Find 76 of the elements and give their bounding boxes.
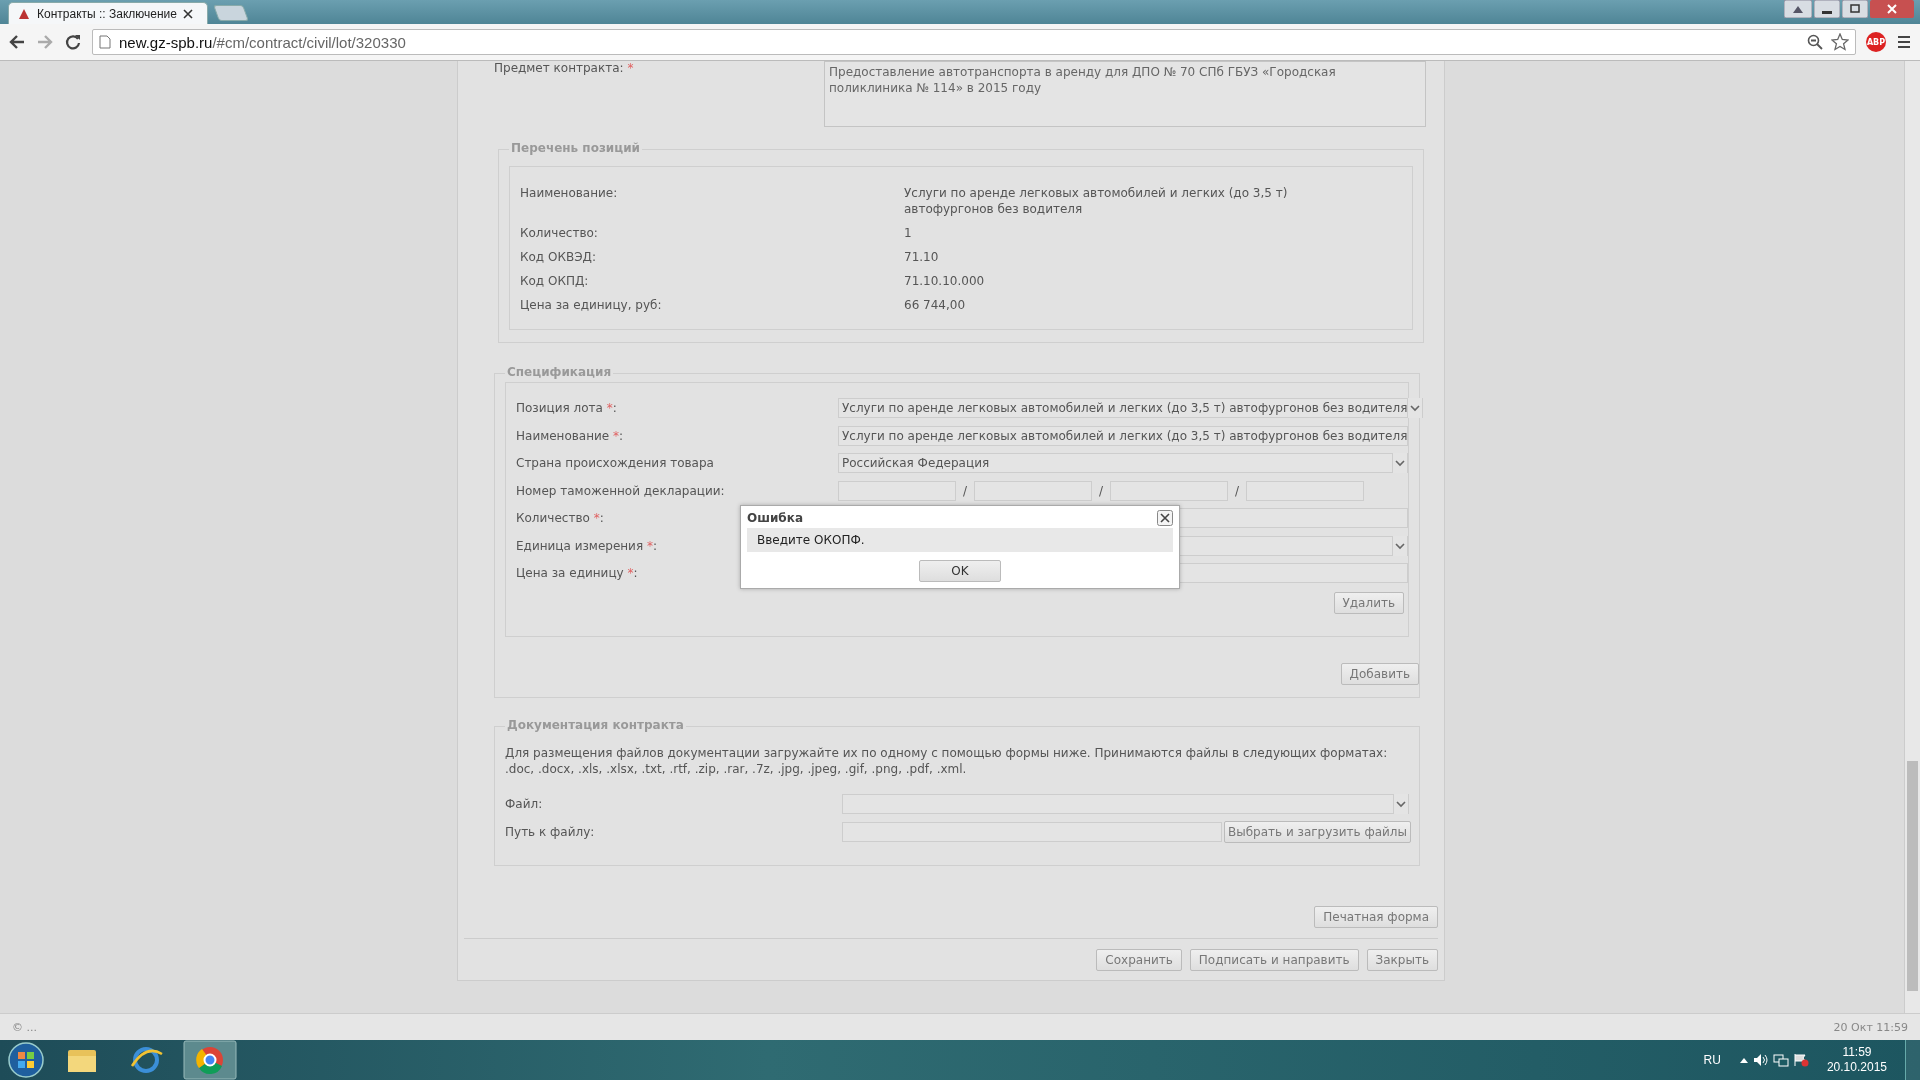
field-label: Единица измерения *:: [516, 538, 657, 553]
field-label: Код ОКПД:: [520, 273, 590, 289]
field-label: Количество *:: [516, 511, 604, 525]
status-text: © ...: [12, 1020, 37, 1034]
show-desktop-button[interactable]: [1905, 1040, 1920, 1080]
ok-button[interactable]: OK: [919, 560, 1001, 582]
status-date: 20 Окт 11:59: [1833, 1020, 1908, 1034]
field-label: Файл:: [505, 797, 543, 811]
upload-button[interactable]: Выбрать и загрузить файлы: [1224, 821, 1411, 843]
tab-title: Контракты :: Заключение: [37, 6, 177, 21]
dropdown-field[interactable]: Российская Федерация: [838, 453, 1408, 473]
section-title: Документация контракта: [505, 718, 686, 732]
extension-badge[interactable]: ABP: [1866, 32, 1886, 52]
browser-icon[interactable]: [182, 1040, 238, 1080]
tray-arrow-icon[interactable]: [1738, 1056, 1749, 1064]
field-label: Страна происхождения товара: [516, 456, 714, 470]
action-button[interactable]: Сохранить: [1096, 949, 1182, 971]
close-icon[interactable]: [1157, 510, 1173, 526]
help-text: Для размещения файлов документации загружайте их по одному с помощью формы ниже. Принимаются файлы в следующих форматах: .doc, .docx, .xls, .xlsx, .txt, .rtf, .zip, .rar, .7z, .jpg, .jpeg, .gif, .png, .pdf, .xml.: [505, 745, 1389, 777]
start-icon[interactable]: [6, 1040, 46, 1080]
flag-icon[interactable]: [1792, 1053, 1809, 1067]
field-value: 71.10: [904, 249, 940, 265]
menu-icon[interactable]: [1896, 35, 1912, 49]
input-field[interactable]: [838, 480, 956, 501]
separator-text: /: [1234, 483, 1240, 498]
dropdown-field[interactable]: [842, 794, 1409, 814]
star-icon[interactable]: [1831, 33, 1849, 51]
address-text: new.gz-spb.ru/#cm/contract/civil/lot/320330: [119, 33, 406, 51]
field-label: Номер таможенной декларации:: [516, 483, 725, 498]
field-value: 66 744,00: [904, 297, 967, 313]
dialog-message: Введите ОКОПФ.: [747, 528, 1173, 552]
field-label: Наименование:: [520, 185, 619, 202]
reload-icon[interactable]: [64, 33, 82, 51]
clock-date: 20.10.2015: [1826, 1060, 1887, 1075]
field-label: Цена за единицу, руб:: [520, 297, 663, 313]
action-button[interactable]: Подписать и направить: [1189, 949, 1359, 971]
language-indicator[interactable]: RU: [1703, 1053, 1721, 1067]
input-field[interactable]: [1110, 480, 1228, 501]
new-tab-button[interactable]: [213, 5, 249, 21]
input-field[interactable]: [974, 480, 1092, 501]
clock-time: 11:59: [1842, 1045, 1872, 1060]
input-field[interactable]: Услуги по аренде легковых автомобилей и легких (до 3,5 т) автофургонов без водителя: [838, 425, 1409, 446]
print-button[interactable]: Печатная форма: [1314, 906, 1438, 928]
scrollbar[interactable]: [1904, 61, 1920, 1013]
browser-tab[interactable]: Контракты :: Заключение: [8, 2, 208, 24]
field-label: Наименование *:: [516, 428, 624, 443]
network-icon[interactable]: [1772, 1053, 1789, 1067]
separator-text: /: [1098, 483, 1104, 498]
clock[interactable]: 11:59 20.10.2015: [1826, 1045, 1887, 1075]
field-label: Позиция лота *:: [516, 401, 617, 415]
page-icon: [99, 35, 111, 49]
field-label: Предмет контракта: *: [494, 61, 634, 75]
close-icon[interactable]: [182, 8, 193, 19]
delete-button[interactable]: Удалить: [1333, 592, 1404, 614]
text-area[interactable]: Предоставление автотранспорта в аренду для ДПО № 70 СПб ГБУЗ «Городская поликлиника № 114» в 2015 году: [824, 61, 1426, 127]
restore-icon[interactable]: [1842, 0, 1868, 18]
field-value: Услуги по аренде легковых автомобилей и легких (до 3,5 т) автофургонов без водителя: [904, 185, 1289, 217]
section-title: Спецификация: [505, 365, 614, 379]
field-label: Путь к файлу:: [505, 825, 595, 839]
minimize-icon[interactable]: [1814, 0, 1840, 18]
field-label: Количество:: [520, 225, 599, 241]
scrollbar-thumb[interactable]: [1907, 761, 1918, 991]
zoom-icon[interactable]: [1807, 34, 1823, 50]
add-button[interactable]: Добавить: [1340, 663, 1419, 685]
separator-text: /: [962, 483, 968, 498]
dialog-title: Ошибка: [747, 511, 803, 525]
volume-icon[interactable]: [1752, 1053, 1769, 1067]
field-value: 1: [904, 225, 913, 241]
back-icon[interactable]: [8, 33, 26, 51]
address-bar[interactable]: new.gz-spb.ru/#cm/contract/civil/lot/320330: [92, 29, 1856, 55]
field-value: 71.10.10.000: [904, 273, 986, 289]
section-title: Перечень позиций: [509, 141, 642, 155]
dropdown-field[interactable]: Услуги по аренде легковых автомобилей и легких (до 3,5 т) автофургонов без водителя: [838, 398, 1424, 418]
action-button[interactable]: Закрыть: [1366, 949, 1438, 971]
field-label: Код ОКВЭД:: [520, 249, 597, 265]
field-label: Цена за единицу *:: [516, 566, 638, 580]
